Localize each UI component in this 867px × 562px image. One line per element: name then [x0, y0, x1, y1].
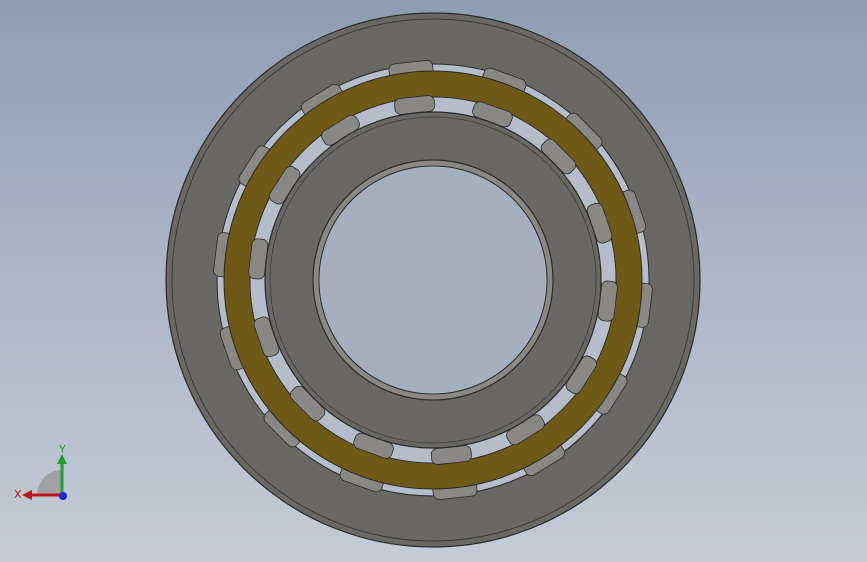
z-axis-dot	[59, 492, 67, 500]
y-axis-label: Y	[58, 443, 66, 456]
x-axis-label: X	[14, 488, 22, 501]
bearing-model[interactable]	[0, 0, 867, 562]
graphics-viewport[interactable]: Y X	[0, 0, 867, 562]
triad-plane-shading	[37, 470, 62, 495]
inner-ring-bore[interactable]	[318, 165, 548, 395]
axis-triad[interactable]: Y X	[10, 440, 80, 510]
x-axis-arrow	[22, 490, 32, 500]
